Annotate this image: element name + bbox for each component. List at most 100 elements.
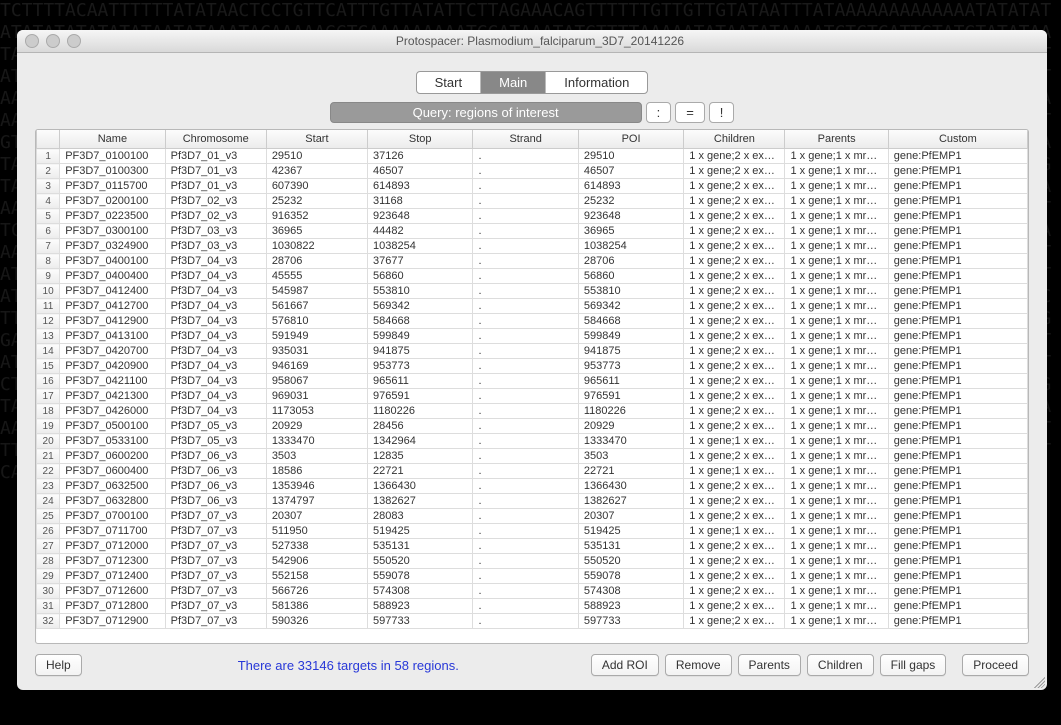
query-bang-button[interactable]: ! xyxy=(709,102,735,123)
table-row[interactable]: 8PF3D7_0400100Pf3D7_04_v32870637677.2870… xyxy=(37,254,1028,269)
parents-button[interactable]: Parents xyxy=(738,654,801,676)
cell-poi: 56860 xyxy=(578,269,683,284)
table-row[interactable]: 30PF3D7_0712600Pf3D7_07_v3566726574308.5… xyxy=(37,584,1028,599)
row-number: 19 xyxy=(37,419,60,434)
zoom-icon[interactable] xyxy=(67,34,81,48)
cell-parents: 1 x gene;1 x mr… xyxy=(785,374,888,389)
cell-chromosome: Pf3D7_04_v3 xyxy=(165,299,266,314)
cell-start: 29510 xyxy=(266,149,367,164)
table-row[interactable]: 27PF3D7_0712000Pf3D7_07_v3527338535131.5… xyxy=(37,539,1028,554)
cell-custom: gene:PfEMP1 xyxy=(888,599,1027,614)
table-row[interactable]: 12PF3D7_0412900Pf3D7_04_v3576810584668.5… xyxy=(37,314,1028,329)
cell-start: 28706 xyxy=(266,254,367,269)
cell-strand: . xyxy=(473,599,578,614)
col-start[interactable]: Start xyxy=(266,130,367,149)
cell-start: 20929 xyxy=(266,419,367,434)
table-row[interactable]: 7PF3D7_0324900Pf3D7_03_v310308221038254.… xyxy=(37,239,1028,254)
query-equals-button[interactable]: = xyxy=(675,102,705,123)
col-chromosome[interactable]: Chromosome xyxy=(165,130,266,149)
add-roi-button[interactable]: Add ROI xyxy=(591,654,659,676)
table-row[interactable]: 3PF3D7_0115700Pf3D7_01_v3607390614893.61… xyxy=(37,179,1028,194)
table-row[interactable]: 16PF3D7_0421100Pf3D7_04_v3958067965611.9… xyxy=(37,374,1028,389)
cell-children: 1 x gene;2 x ex… xyxy=(684,569,785,584)
table-row[interactable]: 22PF3D7_0600400Pf3D7_06_v31858622721.227… xyxy=(37,464,1028,479)
table-row[interactable]: 19PF3D7_0500100Pf3D7_05_v32092928456.209… xyxy=(37,419,1028,434)
cell-chromosome: Pf3D7_07_v3 xyxy=(165,509,266,524)
tab-main[interactable]: Main xyxy=(481,72,546,93)
table-row[interactable]: 21PF3D7_0600200Pf3D7_06_v3350312835.3503… xyxy=(37,449,1028,464)
cell-name: PF3D7_0712000 xyxy=(60,539,165,554)
close-icon[interactable] xyxy=(25,34,39,48)
query-label[interactable]: Query: regions of interest xyxy=(330,102,642,123)
help-button[interactable]: Help xyxy=(35,654,82,676)
table-panel: Name Chromosome Start Stop Strand POI Ch… xyxy=(35,129,1029,644)
table-row[interactable]: 11PF3D7_0412700Pf3D7_04_v3561667569342.5… xyxy=(37,299,1028,314)
col-rownum[interactable] xyxy=(37,130,60,149)
table-row[interactable]: 28PF3D7_0712300Pf3D7_07_v3542906550520.5… xyxy=(37,554,1028,569)
cell-chromosome: Pf3D7_02_v3 xyxy=(165,194,266,209)
minimize-icon[interactable] xyxy=(46,34,60,48)
col-poi[interactable]: POI xyxy=(578,130,683,149)
query-colon-button[interactable]: : xyxy=(646,102,672,123)
table-row[interactable]: 10PF3D7_0412400Pf3D7_04_v3545987553810.5… xyxy=(37,284,1028,299)
col-stop[interactable]: Stop xyxy=(368,130,473,149)
table-row[interactable]: 6PF3D7_0300100Pf3D7_03_v33696544482.3696… xyxy=(37,224,1028,239)
cell-start: 916352 xyxy=(266,209,367,224)
cell-children: 1 x gene;2 x ex… xyxy=(684,404,785,419)
table-row[interactable]: 25PF3D7_0700100Pf3D7_07_v32030728083.203… xyxy=(37,509,1028,524)
table-row[interactable]: 20PF3D7_0533100Pf3D7_05_v313334701342964… xyxy=(37,434,1028,449)
table-row[interactable]: 29PF3D7_0712400Pf3D7_07_v3552158559078.5… xyxy=(37,569,1028,584)
cell-children: 1 x gene;2 x ex… xyxy=(684,164,785,179)
table-row[interactable]: 1PF3D7_0100100Pf3D7_01_v32951037126.2951… xyxy=(37,149,1028,164)
cell-stop: 923648 xyxy=(368,209,473,224)
resize-grip-icon[interactable] xyxy=(1031,674,1045,688)
cell-start: 25232 xyxy=(266,194,367,209)
table-row[interactable]: 26PF3D7_0711700Pf3D7_07_v3511950519425.5… xyxy=(37,524,1028,539)
table-row[interactable]: 15PF3D7_0420900Pf3D7_04_v3946169953773.9… xyxy=(37,359,1028,374)
col-parents[interactable]: Parents xyxy=(785,130,888,149)
table-row[interactable]: 32PF3D7_0712900Pf3D7_07_v3590326597733.5… xyxy=(37,614,1028,629)
cell-stop: 28083 xyxy=(368,509,473,524)
window-title: Protospacer: Plasmodium_falciparum_3D7_2… xyxy=(81,34,999,48)
footer-bar: Help There are 33146 targets in 58 regio… xyxy=(17,644,1047,690)
table-row[interactable]: 13PF3D7_0413100Pf3D7_04_v3591949599849.5… xyxy=(37,329,1028,344)
col-custom[interactable]: Custom xyxy=(888,130,1027,149)
cell-strand: . xyxy=(473,539,578,554)
cell-start: 1030822 xyxy=(266,239,367,254)
cell-name: PF3D7_0600200 xyxy=(60,449,165,464)
cell-start: 18586 xyxy=(266,464,367,479)
cell-start: 20307 xyxy=(266,509,367,524)
table-scroll[interactable]: Name Chromosome Start Stop Strand POI Ch… xyxy=(36,130,1028,643)
table-row[interactable]: 18PF3D7_0426000Pf3D7_04_v311730531180226… xyxy=(37,404,1028,419)
remove-button[interactable]: Remove xyxy=(665,654,732,676)
table-row[interactable]: 9PF3D7_0400400Pf3D7_04_v34555556860.5686… xyxy=(37,269,1028,284)
tab-information[interactable]: Information xyxy=(546,72,647,93)
tab-start[interactable]: Start xyxy=(417,72,481,93)
col-strand[interactable]: Strand xyxy=(473,130,578,149)
table-row[interactable]: 2PF3D7_0100300Pf3D7_01_v34236746507.4650… xyxy=(37,164,1028,179)
cell-strand: . xyxy=(473,449,578,464)
cell-poi: 569342 xyxy=(578,299,683,314)
table-row[interactable]: 5PF3D7_0223500Pf3D7_02_v3916352923648.92… xyxy=(37,209,1028,224)
cell-strand: . xyxy=(473,164,578,179)
row-number: 9 xyxy=(37,269,60,284)
cell-children: 1 x gene;1 x ex… xyxy=(684,524,785,539)
table-row[interactable]: 4PF3D7_0200100Pf3D7_02_v32523231168.2523… xyxy=(37,194,1028,209)
row-number: 5 xyxy=(37,209,60,224)
cell-stop: 1382627 xyxy=(368,494,473,509)
cell-children: 1 x gene;2 x ex… xyxy=(684,554,785,569)
table-row[interactable]: 31PF3D7_0712800Pf3D7_07_v3581386588923.5… xyxy=(37,599,1028,614)
table-row[interactable]: 14PF3D7_0420700Pf3D7_04_v3935031941875.9… xyxy=(37,344,1028,359)
cell-stop: 953773 xyxy=(368,359,473,374)
cell-custom: gene:PfEMP1 xyxy=(888,434,1027,449)
table-row[interactable]: 24PF3D7_0632800Pf3D7_06_v313747971382627… xyxy=(37,494,1028,509)
fill-gaps-button[interactable]: Fill gaps xyxy=(880,654,947,676)
col-name[interactable]: Name xyxy=(60,130,165,149)
cell-strand: . xyxy=(473,464,578,479)
children-button[interactable]: Children xyxy=(807,654,874,676)
table-row[interactable]: 17PF3D7_0421300Pf3D7_04_v3969031976591.9… xyxy=(37,389,1028,404)
table-row[interactable]: 23PF3D7_0632500Pf3D7_06_v313539461366430… xyxy=(37,479,1028,494)
col-children[interactable]: Children xyxy=(684,130,785,149)
proceed-button[interactable]: Proceed xyxy=(962,654,1029,676)
cell-start: 581386 xyxy=(266,599,367,614)
